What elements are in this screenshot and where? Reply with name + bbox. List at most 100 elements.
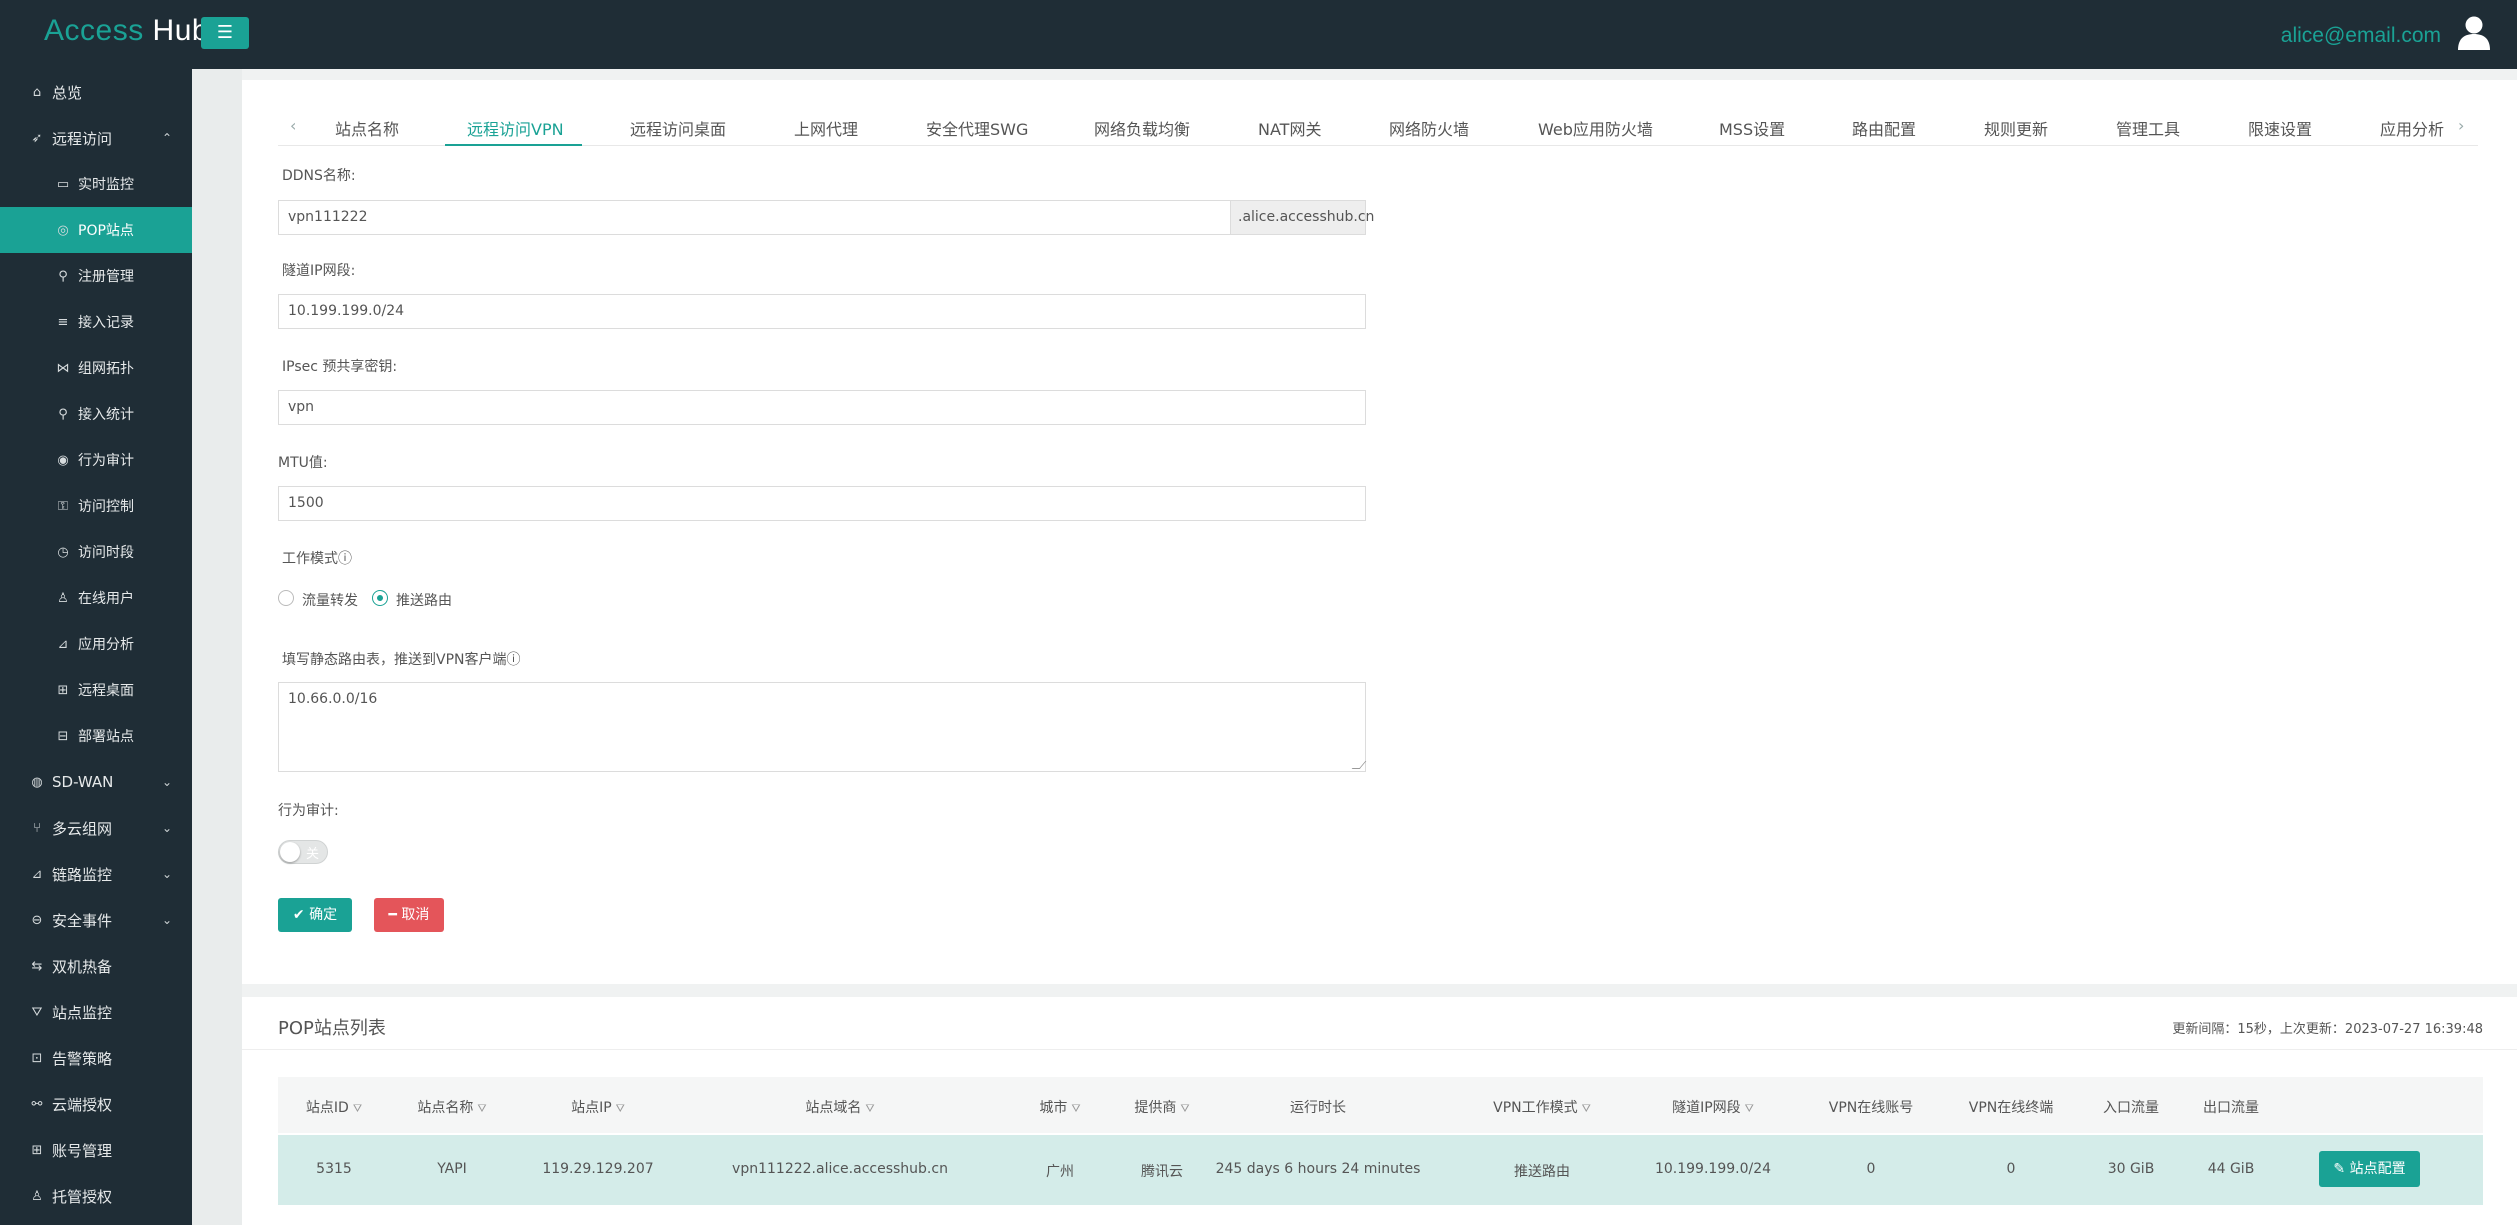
divider xyxy=(242,1049,2517,1050)
column-header[interactable]: 站点ID ⛛ xyxy=(306,1097,362,1117)
chevron-down-icon: ⌄ xyxy=(161,913,172,927)
cancel-button[interactable]: ━ 取消 xyxy=(374,898,444,932)
sidebar-item-access-log[interactable]: ≡ 接入记录 xyxy=(0,299,192,345)
clock-icon: ◷ xyxy=(57,544,69,560)
sidebar-item-behavior-audit[interactable]: ◉ 行为审计 xyxy=(0,437,192,483)
column-header[interactable]: 隧道IP网段 ⛛ xyxy=(1672,1097,1754,1117)
chevron-down-icon: ⌄ xyxy=(161,775,172,789)
toggle-knob xyxy=(280,842,300,862)
tab-rate-limit[interactable]: 限速设置 xyxy=(2248,116,2312,140)
bell-icon: ⊡ xyxy=(31,1050,43,1066)
sidebar-item-security-events[interactable]: ⊖ 安全事件 ⌄ xyxy=(0,897,192,943)
sidebar-item-managed-license[interactable]: ♙ 托管授权 xyxy=(0,1173,192,1219)
tab-firewall[interactable]: 网络防火墙 xyxy=(1389,116,1469,140)
sidebar-item-access-stats[interactable]: ⚲ 接入统计 xyxy=(0,391,192,437)
tab-site-name[interactable]: 站点名称 xyxy=(335,116,399,140)
chevron-up-icon: ⌃ xyxy=(161,131,172,145)
user-icon: ♙ xyxy=(31,1188,43,1204)
confirm-button[interactable]: ✔ 确定 xyxy=(278,898,352,932)
tabs-scroll-right-icon[interactable]: › xyxy=(2458,116,2464,135)
column-header[interactable]: 站点IP ⛛ xyxy=(571,1097,625,1117)
table-cell: vpn111222.alice.accesshub.cn xyxy=(732,1161,948,1177)
sidebar-item-multicloud[interactable]: ⑂ 多云组网 ⌄ xyxy=(0,805,192,851)
table-cell: YAPI xyxy=(437,1161,467,1177)
tab-remote-desktop[interactable]: 远程访问桌面 xyxy=(630,116,726,140)
tunnel-input[interactable]: 10.199.199.0/24 xyxy=(278,294,1366,329)
tabs-scroll-left-icon[interactable]: ‹ xyxy=(290,116,296,135)
filter-icon: ⛛ xyxy=(477,1102,487,1115)
filter-icon: ⛛ xyxy=(615,1102,625,1115)
chevron-down-icon: ⌄ xyxy=(161,821,172,835)
list-title: POP站点列表 xyxy=(278,1018,386,1039)
table-cell: 推送路由 xyxy=(1514,1164,1570,1180)
mode-push-route-radio[interactable] xyxy=(372,590,388,606)
menu-toggle-button[interactable]: ☰ xyxy=(201,17,249,49)
link-icon: ⚯ xyxy=(31,1096,43,1112)
sidebar-item-remote-desktop[interactable]: ⊞ 远程桌面 xyxy=(0,667,192,713)
sidebar-item-registration[interactable]: ⚲ 注册管理 xyxy=(0,253,192,299)
info-icon[interactable]: ⓘ xyxy=(338,551,352,567)
sidebar-gutter xyxy=(192,69,242,1225)
search-icon: ⚲ xyxy=(58,406,68,422)
area-chart-icon: ⊿ xyxy=(31,866,43,882)
sidebar-item-sdwan[interactable]: ◍ SD-WAN ⌄ xyxy=(0,759,192,805)
sidebar-item-ha[interactable]: ⇆ 双机热备 xyxy=(0,943,192,989)
sidebar-item-access-control[interactable]: ⚿ 访问控制 xyxy=(0,483,192,529)
sidebar-item-remote-access[interactable]: ➶ 远程访问 ⌃ xyxy=(0,115,192,161)
user-email[interactable]: alice@email.com xyxy=(2281,24,2441,48)
column-header[interactable]: 城市 ⛛ xyxy=(1039,1097,1080,1117)
routes-textarea[interactable]: 10.66.0.0/16 xyxy=(278,682,1367,772)
tab-mgmt-tools[interactable]: 管理工具 xyxy=(2116,116,2180,140)
minus-circle-icon: ⊖ xyxy=(31,912,43,928)
sidebar-item-overview[interactable]: ⌂ 总览 xyxy=(0,69,192,115)
sidebar-item-accounts[interactable]: ⊞ 账号管理 xyxy=(0,1127,192,1173)
info-icon[interactable]: ⓘ xyxy=(507,652,521,668)
tab-swg[interactable]: 安全代理SWG xyxy=(926,116,1028,140)
filter-icon: ⛛ xyxy=(1744,1102,1754,1115)
column-header[interactable]: VPN工作模式 ⛛ xyxy=(1493,1097,1591,1117)
sidebar-item-topology[interactable]: ⋈ 组网拓扑 xyxy=(0,345,192,391)
column-header[interactable]: 站点名称 ⛛ xyxy=(417,1097,486,1117)
filter-icon: ⛛ xyxy=(1071,1102,1081,1115)
filter-icon: ⛛ xyxy=(31,1004,43,1020)
table-cell: 0 xyxy=(1866,1161,1876,1177)
tab-nat-gateway[interactable]: NAT网关 xyxy=(1258,116,1321,140)
sidebar-item-online-users[interactable]: ♙ 在线用户 xyxy=(0,575,192,621)
mtu-label: MTU值: xyxy=(278,455,328,471)
sidebar-item-site-monitor[interactable]: ⛛ 站点监控 xyxy=(0,989,192,1035)
audit-toggle[interactable]: 关 xyxy=(278,840,328,864)
ddns-input[interactable]: vpn111222 xyxy=(278,200,1232,235)
mode-push-route-label[interactable]: 推送路由 xyxy=(396,590,452,610)
app-logo[interactable]: Access Hub xyxy=(44,14,209,48)
mtu-input[interactable]: 1500 xyxy=(278,486,1366,521)
sidebar-item-app-analysis[interactable]: ⊿ 应用分析 xyxy=(0,621,192,667)
sidebar-item-link-monitor[interactable]: ⊿ 链路监控 ⌄ xyxy=(0,851,192,897)
sidebar-item-access-period[interactable]: ◷ 访问时段 xyxy=(0,529,192,575)
tab-routes[interactable]: 路由配置 xyxy=(1852,116,1916,140)
psk-input[interactable]: vpn xyxy=(278,390,1366,425)
sidebar-item-deploy-site[interactable]: ⊟ 部署站点 xyxy=(0,713,192,759)
user-avatar-icon[interactable] xyxy=(2457,15,2491,51)
mode-forward-radio[interactable] xyxy=(278,590,294,606)
table-row[interactable]: 5315 YAPI 119.29.129.207 vpn111222.alice… xyxy=(278,1135,2483,1205)
ddns-suffix: .alice.accesshub.cn xyxy=(1230,200,1374,235)
site-config-button[interactable]: ✎ 站点配置 xyxy=(2319,1151,2420,1187)
resize-handle-icon[interactable] xyxy=(1351,761,1367,769)
tab-remote-vpn[interactable]: 远程访问VPN xyxy=(467,116,564,140)
mode-forward-label[interactable]: 流量转发 xyxy=(302,590,358,610)
tab-mss[interactable]: MSS设置 xyxy=(1719,116,1785,140)
column-header: VPN在线终端 xyxy=(1968,1100,2054,1116)
sidebar-item-alert-policy[interactable]: ⊡ 告警策略 xyxy=(0,1035,192,1081)
sidebar-item-pop-sites[interactable]: ◎ POP站点 xyxy=(0,207,192,253)
tab-load-balance[interactable]: 网络负载均衡 xyxy=(1094,116,1190,140)
tab-waf[interactable]: Web应用防火墙 xyxy=(1538,116,1653,140)
sidebar-item-realtime-monitor[interactable]: ▭ 实时监控 xyxy=(0,161,192,207)
tab-web-proxy[interactable]: 上网代理 xyxy=(794,116,858,140)
sidebar-item-cloud-license[interactable]: ⚯ 云端授权 xyxy=(0,1081,192,1127)
tab-app-analysis[interactable]: 应用分析 xyxy=(2380,116,2444,140)
column-header[interactable]: 站点域名 ⛛ xyxy=(805,1097,874,1117)
column-header[interactable]: 提供商 ⛛ xyxy=(1134,1097,1189,1117)
ddns-label: DDNS名称: xyxy=(282,168,356,184)
tab-rule-update[interactable]: 规则更新 xyxy=(1984,116,2048,140)
monitor-icon: ▭ xyxy=(56,176,70,192)
